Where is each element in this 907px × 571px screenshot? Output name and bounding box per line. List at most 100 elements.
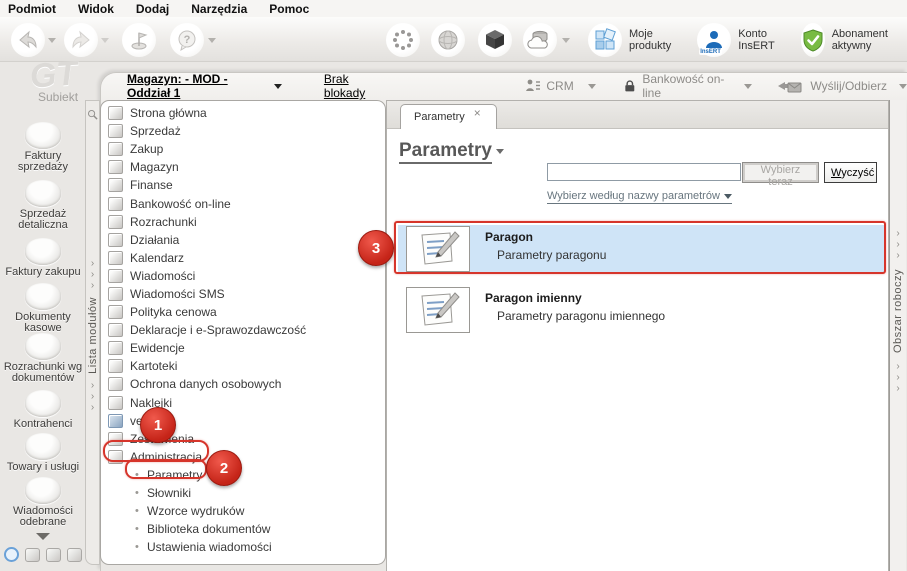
- subscription-shield-icon: [800, 23, 825, 57]
- banking-button[interactable]: Bankowość on-line: [624, 72, 753, 100]
- main-toolbar: ? Moje produkty InsERT Konto InsERT Abon…: [0, 17, 907, 62]
- module-item-dzialania[interactable]: Działania: [101, 231, 385, 249]
- help-button[interactable]: ?: [170, 23, 204, 57]
- package-button[interactable]: [478, 23, 512, 57]
- menu-narzedzia[interactable]: Narzędzia: [191, 2, 247, 16]
- mini-purchase-icon[interactable]: [67, 547, 82, 562]
- settlements-check-icon: [25, 333, 61, 360]
- contractors-person-icon: [25, 390, 61, 417]
- sidebar-item-faktury-zakupu[interactable]: Faktury zakupu: [0, 238, 86, 278]
- warehouse-caret-icon[interactable]: [273, 83, 282, 89]
- online-banking-icon: [108, 196, 123, 211]
- workspace-strip[interactable]: › › › Obszar roboczy › › ›: [889, 100, 906, 571]
- paragon-imienny-note-icon: [406, 287, 470, 333]
- forward-button[interactable]: [64, 23, 98, 57]
- sidebar-more-arrow-icon[interactable]: [36, 533, 50, 540]
- forward-caret-icon[interactable]: [101, 38, 109, 43]
- module-list-strip[interactable]: › › › Lista modułów › › ›: [85, 100, 100, 565]
- mini-sales-icon[interactable]: [25, 547, 40, 562]
- account-toolbar: Moje produkty InsERT Konto InsERT Abonamen…: [588, 23, 907, 57]
- module-item-wiadomosci-sms[interactable]: Wiadomości SMS: [101, 285, 385, 303]
- module-item-rozrachunki[interactable]: Rozrachunki: [101, 213, 385, 231]
- sync-button[interactable]: [386, 23, 420, 57]
- sidebar-item-dokumenty-kasowe[interactable]: Dokumenty kasowe: [0, 283, 86, 334]
- online-services-button[interactable]: [431, 23, 465, 57]
- sidebar-item-wiadomosci-odebrane[interactable]: Wiadomości odebrane: [0, 477, 86, 528]
- sidebar-item-towary[interactable]: Towary i usługi: [0, 433, 86, 473]
- module-item-finanse[interactable]: Finanse: [101, 176, 385, 194]
- menu-dodaj[interactable]: Dodaj: [136, 2, 169, 16]
- menu-widok[interactable]: Widok: [78, 2, 114, 16]
- subscription-label: Abonament aktywny: [831, 28, 888, 52]
- module-item-polityka-cenowa[interactable]: Polityka cenowa: [101, 303, 385, 321]
- warehouse-selector-link[interactable]: Magazyn: - MOD - Oddział 1: [127, 72, 271, 100]
- clear-button[interactable]: Wyczyść: [824, 162, 877, 183]
- my-products-label-2: produkty: [629, 40, 672, 52]
- pin-icon[interactable]: [87, 109, 98, 120]
- sidebar-item-kontrahenci[interactable]: Kontrahenci: [0, 390, 86, 430]
- sidebar-item-faktury-sprzedazy[interactable]: Faktury sprzedaży: [0, 122, 86, 173]
- mini-basket-icon[interactable]: [46, 547, 61, 562]
- cash-documents-icon: [25, 283, 61, 310]
- menu-pomoc[interactable]: Pomoc: [269, 2, 309, 16]
- module-subitem-biblioteka[interactable]: • Biblioteka dokumentów: [101, 520, 385, 538]
- spinner-icon: [393, 30, 413, 50]
- annotation-step-3: 3: [358, 230, 394, 266]
- back-button[interactable]: [11, 23, 45, 57]
- help-caret-icon[interactable]: [208, 38, 216, 43]
- module-list-panel: Strona główna Sprzedaż Zakup Magazyn Fin…: [100, 100, 386, 565]
- page-title[interactable]: Parametry: [399, 140, 504, 164]
- my-products-icon: [588, 23, 622, 57]
- insert-account-icon: InsERT: [697, 23, 732, 57]
- filter-by-name-link[interactable]: Wybierz według nazwy parametrów: [547, 190, 732, 204]
- subscription-status-button[interactable]: Abonament aktywny: [800, 23, 898, 57]
- my-products-button[interactable]: Moje produkty: [588, 23, 671, 57]
- module-item-bankowosc[interactable]: Bankowość on-line: [101, 194, 385, 212]
- close-icon[interactable]: ×: [474, 106, 481, 120]
- parameter-item-paragon-imienny[interactable]: Paragon imienny Parametry paragonu imien…: [398, 286, 884, 333]
- module-item-ochrona-danych[interactable]: Ochrona danych osobowych: [101, 375, 385, 393]
- catalogs-icon: [108, 359, 123, 374]
- workspace-strip-label: Obszar roboczy: [892, 269, 904, 354]
- menu-podmiot[interactable]: Podmiot: [8, 2, 56, 16]
- back-caret-icon[interactable]: [48, 38, 56, 43]
- select-now-button[interactable]: Wybierz teraz: [742, 162, 819, 188]
- flag-button[interactable]: [122, 23, 156, 57]
- cloud-caret-icon[interactable]: [562, 38, 570, 43]
- crm-button[interactable]: CRM: [525, 79, 596, 93]
- module-item-kalendarz[interactable]: Kalendarz: [101, 249, 385, 267]
- sidebar-item-rozrachunki[interactable]: Rozrachunki wg dokumentów: [0, 333, 86, 384]
- module-item-wiadomosci[interactable]: Wiadomości: [101, 267, 385, 285]
- module-item-sprzedaz[interactable]: Sprzedaż: [101, 122, 385, 140]
- module-item-deklaracje[interactable]: Deklaracje i e-Sprawozdawczość: [101, 321, 385, 339]
- actions-icon: [108, 232, 123, 247]
- mini-selected-icon[interactable]: [4, 547, 19, 562]
- send-receive-label: Wyślij/Odbierz: [810, 79, 887, 93]
- vendero-gear-icon: [108, 413, 123, 428]
- module-subitem-ustawienia[interactable]: • Ustawienia wiadomości: [101, 538, 385, 556]
- purchase-icon: [108, 142, 123, 157]
- module-subitem-wzorce[interactable]: • Wzorce wydruków: [101, 502, 385, 520]
- module-item-kartoteki[interactable]: Kartoteki: [101, 357, 385, 375]
- annotation-box-paragon: [394, 221, 886, 274]
- warehouse-icon: [108, 160, 123, 175]
- module-item-strona-glowna[interactable]: Strona główna: [101, 104, 385, 122]
- menu-bar: Podmiot Widok Dodaj Narzędzia Pomoc: [0, 0, 907, 17]
- insert-account-button[interactable]: InsERT Konto InsERT: [697, 23, 775, 57]
- sidebar-item-sprzedaz-detaliczna[interactable]: Sprzedaż detaliczna: [0, 180, 86, 231]
- send-receive-button[interactable]: Wyślij/Odbierz: [776, 78, 907, 94]
- module-item-naklejki[interactable]: Naklejki: [101, 394, 385, 412]
- tab-parametry[interactable]: Parametry ×: [400, 104, 497, 129]
- module-item-zakup[interactable]: Zakup: [101, 140, 385, 158]
- application-window: Podmiot Widok Dodaj Narzędzia Pomoc ? Mo…: [0, 0, 907, 571]
- sales-icon: [108, 124, 123, 139]
- cloud-archive-button[interactable]: [523, 23, 557, 57]
- module-item-magazyn[interactable]: Magazyn: [101, 158, 385, 176]
- home-icon: [108, 106, 123, 121]
- back-arrow-icon: [19, 30, 37, 49]
- lock-status-link[interactable]: Brak blokady: [324, 72, 387, 100]
- module-item-ewidencje[interactable]: Ewidencje: [101, 339, 385, 357]
- parameter-search-input[interactable]: [547, 163, 741, 181]
- module-subitem-slowniki[interactable]: • Słowniki: [101, 484, 385, 502]
- send-receive-icon: [778, 82, 802, 93]
